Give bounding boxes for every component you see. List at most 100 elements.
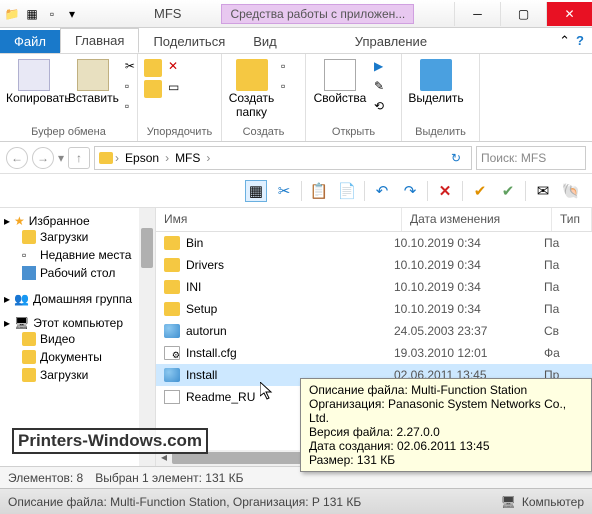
tab-share[interactable]: Поделиться bbox=[139, 30, 239, 53]
star-icon: ★ bbox=[14, 214, 25, 228]
folder-icon bbox=[164, 258, 180, 272]
copy-button[interactable]: Копировать bbox=[6, 57, 62, 126]
organize-group-label: Упорядочить bbox=[144, 126, 215, 138]
new-folder-button[interactable]: Создать папку bbox=[228, 57, 275, 126]
collapse-ribbon-icon[interactable]: ⌃ bbox=[559, 33, 570, 49]
file-date: 10.10.2019 0:34 bbox=[394, 236, 544, 250]
shell-toolbtn[interactable]: 🐚 bbox=[560, 180, 582, 202]
delete-toolbtn[interactable]: ✕ bbox=[434, 180, 456, 202]
new-item-icon[interactable]: ▫ bbox=[281, 59, 299, 77]
chevron-right-icon[interactable]: › bbox=[206, 151, 210, 165]
tab-view[interactable]: Вид bbox=[239, 30, 291, 53]
statusbar-bottom: Описание файла: Multi-Function Station, … bbox=[0, 488, 592, 514]
new-folder-icon bbox=[236, 59, 268, 91]
cut-toolbtn[interactable]: ✂ bbox=[273, 180, 295, 202]
organize-toolbtn[interactable]: ▦ bbox=[245, 180, 267, 202]
breadcrumb[interactable]: › Epson › MFS › ↻ bbox=[94, 146, 472, 170]
select-group-label: Выделить bbox=[408, 126, 473, 138]
help-icon[interactable]: ? bbox=[576, 33, 584, 49]
crumb-epson[interactable]: Epson bbox=[121, 149, 163, 167]
status-count: Элементов: 8 bbox=[8, 471, 83, 485]
file-row[interactable]: Bin10.10.2019 0:34Па bbox=[156, 232, 592, 254]
props-toolbtn[interactable]: ✔ bbox=[469, 180, 491, 202]
folder-icon bbox=[99, 152, 113, 164]
maximize-button[interactable]: ▢ bbox=[500, 2, 546, 26]
computer-icon: 🖥 bbox=[14, 316, 29, 330]
rename-icon[interactable]: ▭ bbox=[168, 80, 186, 98]
copy-toolbtn[interactable]: 📋 bbox=[308, 180, 330, 202]
file-row[interactable]: Install.cfg19.03.2010 12:01Фа bbox=[156, 342, 592, 364]
file-row[interactable]: autorun24.05.2003 23:37Св bbox=[156, 320, 592, 342]
open-icon[interactable]: ▶ bbox=[374, 59, 392, 77]
search-input[interactable]: Поиск: MFS bbox=[476, 146, 586, 170]
qat-dropdown-icon[interactable]: ▾ bbox=[64, 6, 80, 22]
file-name: Install.cfg bbox=[186, 346, 394, 360]
sidebar-item-downloads2[interactable]: Загрузки bbox=[4, 366, 151, 384]
delete-icon[interactable]: ✕ bbox=[168, 59, 186, 77]
folder-icon bbox=[22, 332, 36, 346]
undo-toolbtn[interactable]: ↶ bbox=[371, 180, 393, 202]
folder-icon: 📁 bbox=[4, 6, 20, 22]
props-icon[interactable]: ▦ bbox=[24, 6, 40, 22]
tab-file[interactable]: Файл bbox=[0, 30, 60, 53]
sidebar-item-recent[interactable]: ▫Недавние места bbox=[4, 246, 151, 264]
history-dropdown-icon[interactable]: ▾ bbox=[58, 151, 64, 165]
column-date[interactable]: Дата изменения bbox=[402, 208, 552, 231]
chevron-right-icon[interactable]: › bbox=[115, 151, 119, 165]
new-icon[interactable]: ▫ bbox=[44, 6, 60, 22]
paste-toolbtn[interactable]: 📄 bbox=[336, 180, 358, 202]
select-label: Выделить bbox=[408, 91, 464, 105]
file-date: 10.10.2019 0:34 bbox=[394, 302, 544, 316]
status-description: Описание файла: Multi-Function Station, … bbox=[8, 495, 361, 509]
copyto-icon[interactable] bbox=[144, 80, 162, 98]
chevron-right-icon: ▸ bbox=[4, 292, 10, 306]
folder-icon bbox=[164, 236, 180, 250]
file-date: 10.10.2019 0:34 bbox=[394, 280, 544, 294]
moveto-icon[interactable] bbox=[144, 59, 162, 77]
select-button[interactable]: Выделить bbox=[408, 57, 464, 126]
sidebar-item-documents[interactable]: Документы bbox=[4, 348, 151, 366]
sidebar-this-pc[interactable]: ▸🖥Этот компьютер bbox=[4, 316, 151, 330]
sidebar-item-videos[interactable]: Видео bbox=[4, 330, 151, 348]
file-type: Па bbox=[544, 280, 584, 294]
file-type: Фа bbox=[544, 346, 584, 360]
column-type[interactable]: Тип bbox=[552, 208, 592, 231]
folder-icon bbox=[22, 350, 36, 364]
refresh-icon[interactable]: ↻ bbox=[445, 151, 467, 165]
tab-manage[interactable]: Управление bbox=[341, 30, 441, 53]
redo-toolbtn[interactable]: ↷ bbox=[399, 180, 421, 202]
forward-button[interactable]: → bbox=[32, 147, 54, 169]
mail-toolbtn[interactable]: ✉ bbox=[532, 180, 554, 202]
close-button[interactable]: ✕ bbox=[546, 2, 592, 26]
sidebar-favorites[interactable]: ▸★Избранное bbox=[4, 214, 151, 228]
properties-icon bbox=[324, 59, 356, 91]
clipboard-group-label: Буфер обмена bbox=[6, 126, 131, 138]
file-date: 24.05.2003 23:37 bbox=[394, 324, 544, 338]
file-row[interactable]: Drivers10.10.2019 0:34Па bbox=[156, 254, 592, 276]
sidebar-homegroup[interactable]: ▸👥Домашняя группа bbox=[4, 292, 151, 306]
column-name[interactable]: Имя bbox=[156, 208, 402, 231]
folder-icon bbox=[164, 302, 180, 316]
check-toolbtn[interactable]: ✔ bbox=[497, 180, 519, 202]
app-icon bbox=[164, 368, 180, 382]
sidebar-item-desktop[interactable]: Рабочий стол bbox=[4, 264, 151, 282]
tab-home[interactable]: Главная bbox=[60, 28, 139, 53]
status-selected: Выбран 1 элемент: 131 КБ bbox=[95, 471, 243, 485]
minimize-button[interactable]: ─ bbox=[454, 2, 500, 26]
file-row[interactable]: INI10.10.2019 0:34Па bbox=[156, 276, 592, 298]
up-button[interactable]: ↑ bbox=[68, 147, 90, 169]
back-button[interactable]: ← bbox=[6, 147, 28, 169]
file-date: 19.03.2010 12:01 bbox=[394, 346, 544, 360]
txt-icon bbox=[164, 390, 180, 404]
paste-button[interactable]: Вставить bbox=[68, 57, 119, 126]
properties-button[interactable]: Свойства bbox=[312, 57, 368, 126]
file-name: INI bbox=[186, 280, 394, 294]
easy-access-icon[interactable]: ▫ bbox=[281, 79, 299, 97]
file-type: Па bbox=[544, 302, 584, 316]
edit-icon[interactable]: ✎ bbox=[374, 79, 392, 97]
sidebar-item-downloads[interactable]: Загрузки bbox=[4, 228, 151, 246]
history-icon[interactable]: ⟲ bbox=[374, 99, 392, 117]
file-row[interactable]: Setup10.10.2019 0:34Па bbox=[156, 298, 592, 320]
crumb-mfs[interactable]: MFS bbox=[171, 149, 204, 167]
chevron-right-icon[interactable]: › bbox=[165, 151, 169, 165]
